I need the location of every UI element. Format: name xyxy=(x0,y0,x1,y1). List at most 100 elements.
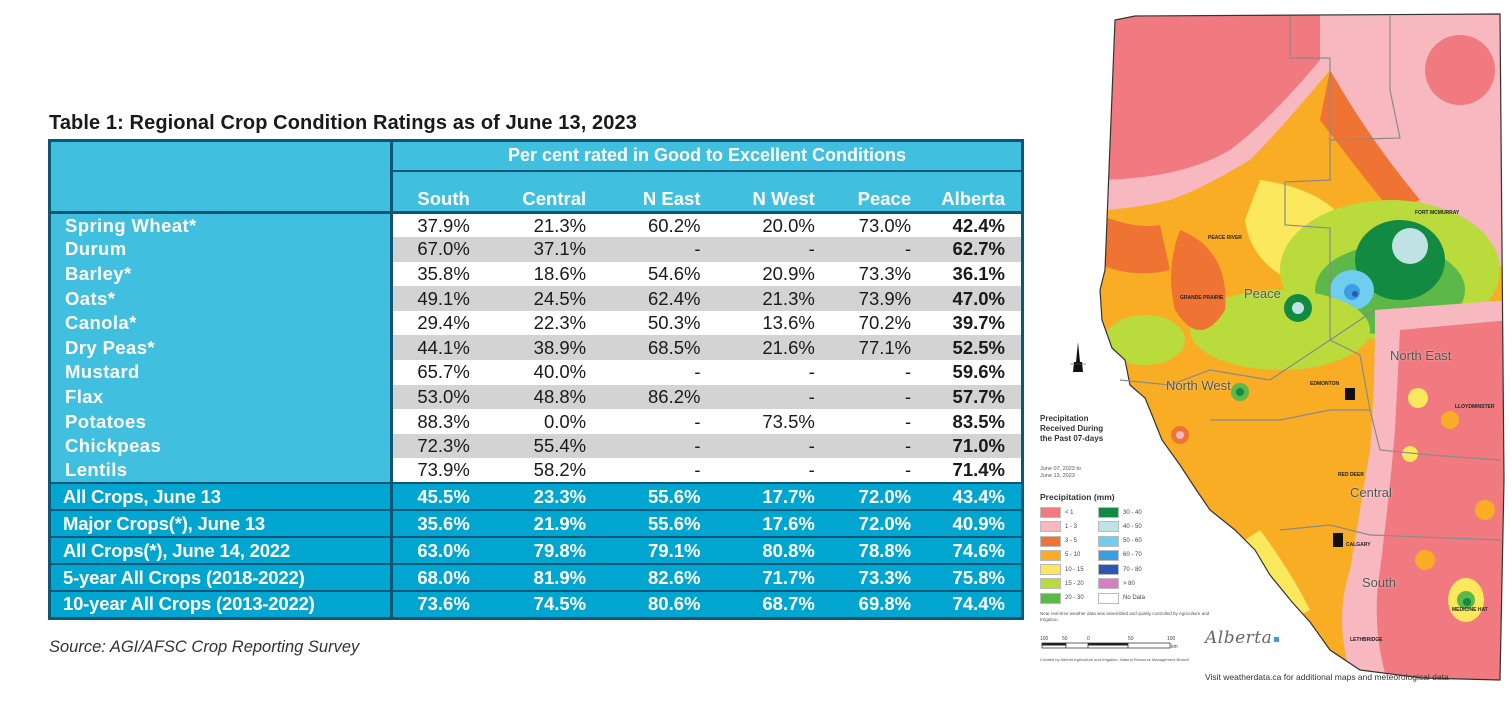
value-peace: 77.1% xyxy=(818,335,916,361)
city-label-lethbridge: LETHBRIDGE xyxy=(1350,637,1383,643)
legend-item: 60 - 70 xyxy=(1098,549,1156,561)
value-central: 22.3% xyxy=(473,310,591,336)
summary-label: Major Crops(*), June 13 xyxy=(49,509,394,538)
header-corner-cell xyxy=(49,140,394,214)
value-n-west: - xyxy=(704,433,819,459)
summary-value-n-west: 71.7% xyxy=(704,563,819,592)
value-central: 21.3% xyxy=(473,212,591,238)
summary-value-south: 68.0% xyxy=(391,563,474,592)
legend-items: < 1 30 - 40 1 - 3 40 - 50 3 - 5 50 - 60 5 - 10… xyxy=(1040,507,1220,604)
summary-value-central: 21.9% xyxy=(473,509,591,538)
summary-row: All Crops, June 13 45.5% 23.3% 55.6% 17.7% 72… xyxy=(49,482,1023,511)
value-alberta: 39.7% xyxy=(915,310,1023,336)
table-row: Spring Wheat* 37.9% 21.3% 60.2% 20.0% 73.0% 42… xyxy=(49,212,1023,238)
value-central: 18.6% xyxy=(473,261,591,287)
legend-swatch xyxy=(1098,592,1119,604)
alberta-logo: Alberta xyxy=(1205,628,1280,648)
scale-unit: km xyxy=(1171,644,1178,650)
summary-value-n-east: 55.6% xyxy=(590,482,705,511)
value-central: 55.4% xyxy=(473,433,591,459)
city-label-red-deer: RED DEER xyxy=(1338,472,1364,478)
value-peace: - xyxy=(818,360,916,385)
value-central: 24.5% xyxy=(473,286,591,311)
source-note: Source: AGI/AFSC Crop Reporting Survey xyxy=(49,638,360,656)
value-south: 37.9% xyxy=(391,212,474,238)
legend-swatch xyxy=(1098,564,1119,576)
legend-label: 15 - 20 xyxy=(1065,580,1084,587)
region-label-south: South xyxy=(1362,575,1396,590)
value-alberta: 83.5% xyxy=(915,409,1023,434)
value-peace: - xyxy=(818,458,916,484)
summary-label: 5-year All Crops (2018-2022) xyxy=(49,563,394,592)
value-alberta: 59.6% xyxy=(915,360,1023,385)
zone-60-70mm xyxy=(1344,284,1360,300)
city-label-fort-mcmurray: FORT MCMURRAY xyxy=(1415,210,1460,216)
legend-swatch xyxy=(1040,578,1061,590)
value-peace: - xyxy=(818,384,916,410)
map-legend: Precipitation Received During the Past 0… xyxy=(1040,414,1220,604)
legend-item: 5 - 10 xyxy=(1040,549,1098,561)
region-label-central: Central xyxy=(1350,485,1392,500)
table-row: Barley* 35.8% 18.6% 54.6% 20.9% 73.3% 36.1% xyxy=(49,261,1023,287)
column-header-peace: Peace xyxy=(818,170,916,214)
table-row: Potatoes 88.3% 0.0% -73.5% -83.5% xyxy=(49,409,1023,434)
city-label-calgary: CALGARY xyxy=(1346,542,1371,548)
crop-name: Dry Peas* xyxy=(49,335,394,361)
summary-rows: All Crops, June 13 45.5% 23.3% 55.6% 17.7% 72… xyxy=(49,482,1023,619)
summary-value-n-east: 82.6% xyxy=(590,563,705,592)
value-peace: 70.2% xyxy=(818,310,916,336)
scale-tick-label: 100 xyxy=(1040,636,1049,642)
crop-rows: Spring Wheat* 37.9% 21.3% 60.2% 20.0% 73.0% 42… xyxy=(49,212,1023,484)
value-n-east: 50.3% xyxy=(590,310,705,336)
table-row: Oats* 49.1% 24.5% 62.4% 21.3% 73.9% 47.0% xyxy=(49,286,1023,311)
region-label-north-east: North East xyxy=(1390,348,1452,363)
table-row: Chickpeas 72.3% 55.4% - - -71.0% xyxy=(49,433,1023,459)
value-n-east: - xyxy=(590,409,705,434)
legend-label: 3 - 5 xyxy=(1065,538,1078,545)
span-header: Per cent rated in Good to Excellent Cond… xyxy=(391,140,1023,172)
value-alberta: 52.5% xyxy=(915,335,1023,361)
region-label-peace: Peace xyxy=(1244,286,1281,301)
value-n-east: 86.2% xyxy=(590,384,705,410)
summary-value-n-west: 17.7% xyxy=(704,482,819,511)
value-south: 72.3% xyxy=(391,433,474,459)
summary-value-south: 35.6% xyxy=(391,509,474,538)
legend-swatch xyxy=(1040,535,1061,547)
legend-swatch xyxy=(1040,592,1061,604)
legend-swatch xyxy=(1098,521,1119,533)
column-header-n-west: N West xyxy=(704,170,819,214)
value-n-east: - xyxy=(590,458,705,484)
zone-15-20mm-nw xyxy=(1105,315,1185,365)
crop-name: Durum xyxy=(49,237,394,262)
value-central: 0.0% xyxy=(473,409,591,434)
summary-value-central: 74.5% xyxy=(473,590,591,619)
table-row: Durum 67.0% 37.1% - - -62.7% xyxy=(49,237,1023,262)
legend-item: 10 - 15 xyxy=(1040,564,1098,576)
value-south: 53.0% xyxy=(391,384,474,410)
legend-item: 20 - 30 xyxy=(1040,592,1098,604)
crop-name: Chickpeas xyxy=(49,433,394,459)
value-peace: - xyxy=(818,237,916,262)
legend-swatch xyxy=(1098,507,1119,518)
value-central: 40.0% xyxy=(473,360,591,385)
value-n-east: - xyxy=(590,433,705,459)
table-row: Flax 53.0% 48.8% 86.2% - -57.7% xyxy=(49,384,1023,410)
summary-row: All Crops(*), June 14, 2022 63.0% 79.8% 79.… xyxy=(49,536,1023,565)
legend-swatch xyxy=(1040,521,1061,533)
value-alberta: 36.1% xyxy=(915,261,1023,287)
value-n-east: 60.2% xyxy=(590,212,705,238)
legend-label: No Data xyxy=(1123,595,1146,602)
legend-item: 40 - 50 xyxy=(1098,521,1156,533)
visit-weatherdata-note: Visit weatherdata.ca for additional maps… xyxy=(1205,672,1449,682)
table-row: Canola* 29.4% 22.3% 50.3% 13.6% 70.2% 39.7% xyxy=(49,310,1023,336)
value-south: 44.1% xyxy=(391,335,474,361)
legend-item: 50 - 60 xyxy=(1098,535,1156,547)
summary-value-alberta: 74.6% xyxy=(915,536,1023,565)
value-n-west: - xyxy=(704,237,819,262)
summary-label: 10-year All Crops (2013-2022) xyxy=(49,590,394,619)
legend-label: 60 - 70 xyxy=(1123,552,1142,559)
value-central: 58.2% xyxy=(473,458,591,484)
value-n-east: 62.4% xyxy=(590,286,705,311)
zone-70-80mm xyxy=(1352,291,1358,297)
value-south: 65.7% xyxy=(391,360,474,385)
